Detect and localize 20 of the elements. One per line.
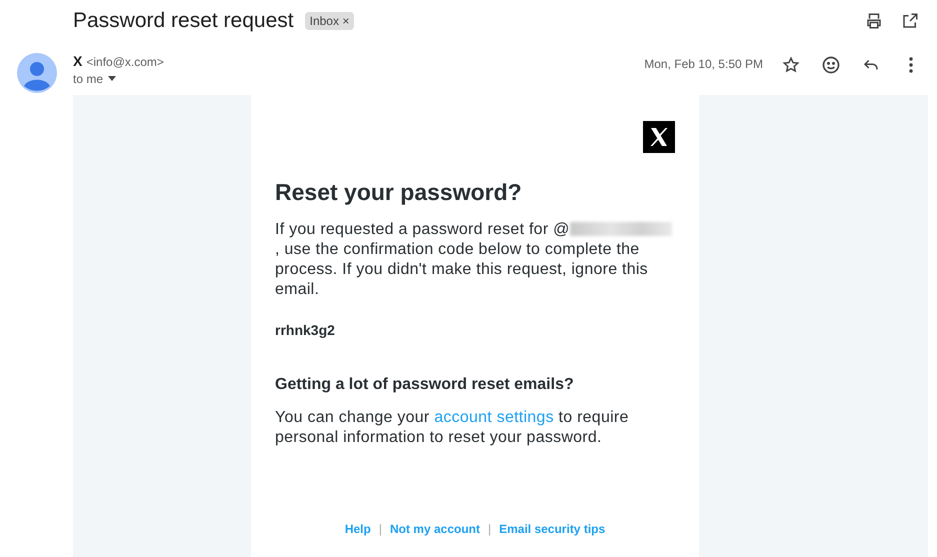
email-heading: Reset your password? <box>275 179 523 206</box>
email-date: Mon, Feb 10, 5:50 PM <box>644 57 763 73</box>
avatar-icon <box>17 53 57 93</box>
footer-link[interactable]: Not my account <box>390 522 480 536</box>
footer-link[interactable]: Help <box>344 522 371 536</box>
link-separator: | <box>488 522 492 536</box>
email-subheading: Getting a lot of password reset emails? <box>275 376 575 394</box>
x-logo-icon <box>643 121 675 153</box>
email-subject: Password reset request <box>73 9 294 33</box>
recipient-dropdown[interactable]: to me <box>73 72 164 86</box>
footer-link[interactable]: Email security tips <box>499 522 606 536</box>
confirmation-code: rrhnk3g2 <box>275 322 336 338</box>
sender-email: <info@x.com> <box>86 55 164 69</box>
request-paragraph: If you requested a password reset for @ , use the confirmation code below to complete the process. If you didn't make this request, ignore this email. <box>275 220 675 300</box>
caret-icon <box>107 76 118 82</box>
settings-paragraph: You can change your account settings to require personal information to reset your password. <box>275 408 630 448</box>
sender-name: X <box>73 53 82 69</box>
link-separator: | <box>378 522 382 536</box>
account-settings-link[interactable]: account settings <box>434 409 554 426</box>
inbox-label[interactable]: Inbox × <box>304 12 354 30</box>
